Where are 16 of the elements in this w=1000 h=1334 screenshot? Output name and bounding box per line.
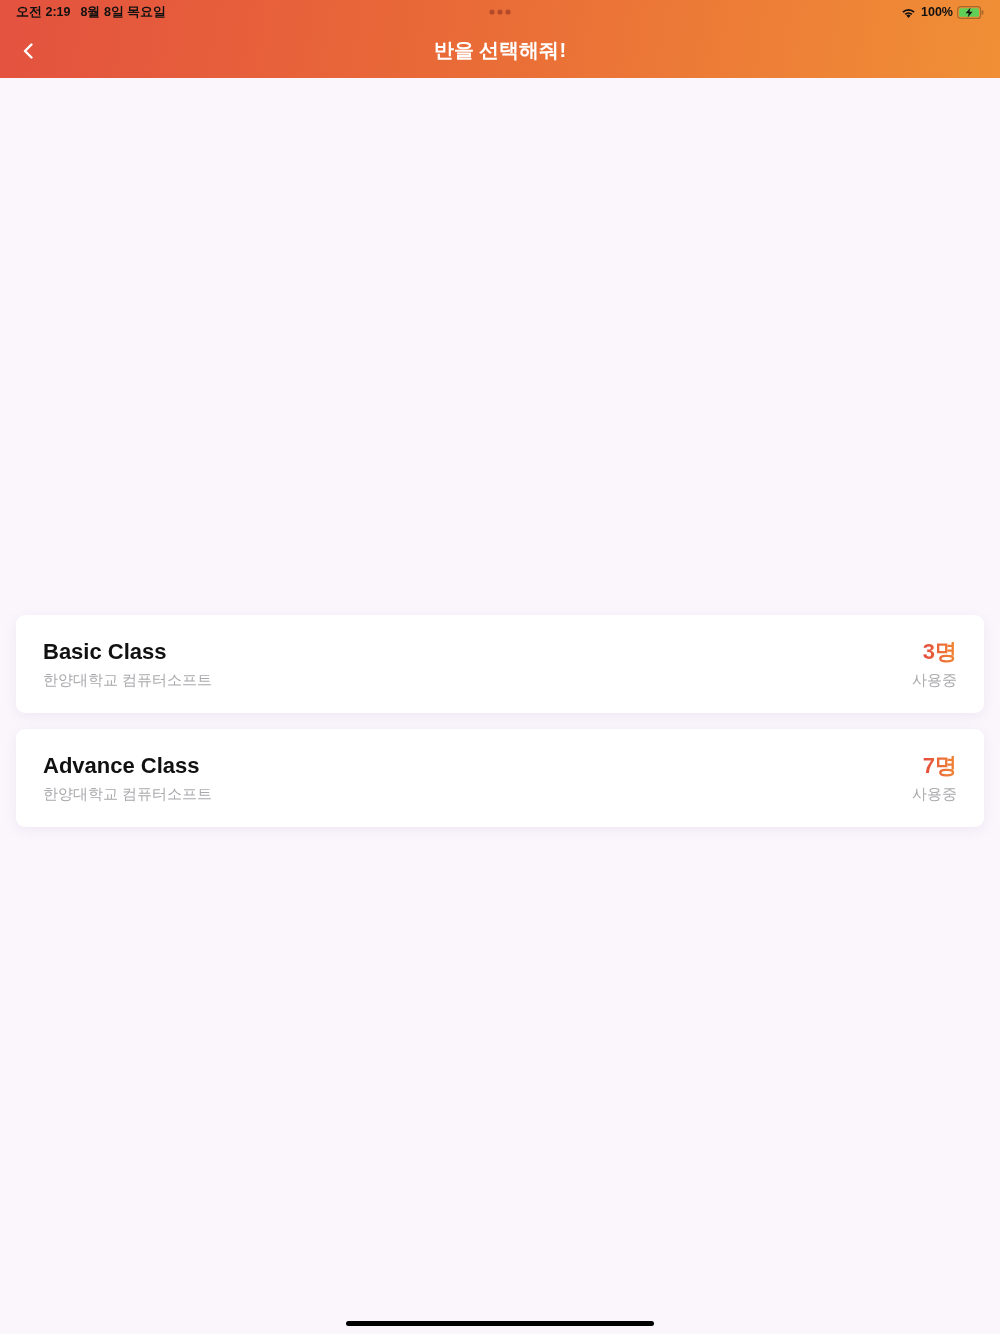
class-name: Advance Class (43, 752, 200, 779)
page-title: 반을 선택해줘! (433, 37, 567, 63)
class-card[interactable]: Basic Class 한양대학교 컴퓨터소프트 3명 사용중 (16, 615, 984, 713)
in-use-label: 사용중 (912, 783, 957, 804)
battery-percent: 100% (921, 5, 953, 19)
school-name: 한양대학교 컴퓨터소프트 (43, 669, 213, 690)
class-name: Basic Class (43, 638, 167, 665)
wifi-icon (901, 6, 916, 18)
status-time: 오전 2:19 (16, 3, 71, 21)
in-use-label: 사용중 (912, 669, 957, 690)
school-name: 한양대학교 컴퓨터소프트 (43, 783, 213, 804)
multitasking-dots-icon[interactable] (489, 9, 511, 15)
class-card[interactable]: Advance Class 한양대학교 컴퓨터소프트 7명 사용중 (16, 729, 984, 827)
status-date: 8월 8일 목요일 (80, 3, 167, 21)
back-chevron-icon (23, 43, 33, 59)
home-indicator[interactable] (346, 1321, 654, 1326)
